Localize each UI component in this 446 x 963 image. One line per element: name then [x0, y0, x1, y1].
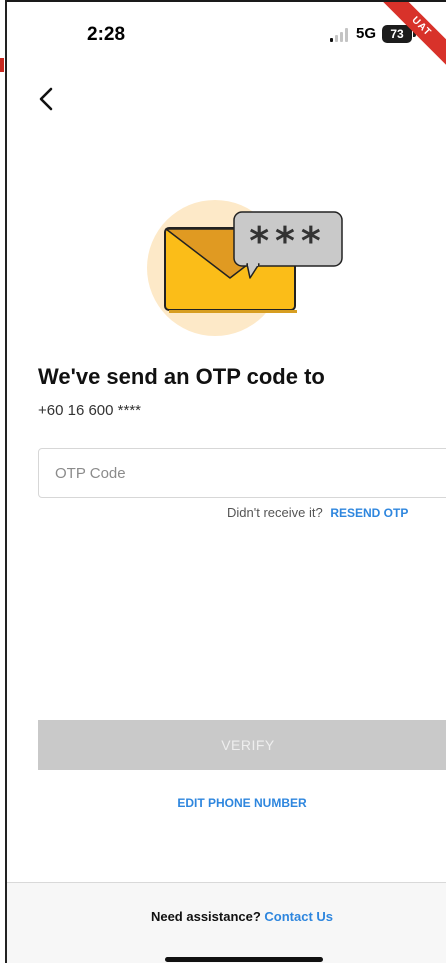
- phone-number: +60 16 600 ****: [38, 402, 142, 419]
- left-bezel: [0, 0, 7, 963]
- chevron-left-icon: [39, 87, 53, 111]
- phone-screen: 2:28 5G 73 UAT *** We've send an OTP cod…: [7, 2, 446, 963]
- resend-row: Didn't receive it? RESEND OTP: [227, 505, 408, 520]
- resend-prompt: Didn't receive it?: [227, 505, 327, 520]
- bubble-text: ***: [249, 219, 327, 263]
- network-label: 5G: [356, 25, 377, 42]
- status-time: 2:28: [87, 24, 126, 45]
- contact-us-link[interactable]: Contact Us: [264, 909, 333, 924]
- page-title: We've send an OTP code to: [38, 364, 325, 389]
- status-bar: 2:28 5G 73 UAT: [7, 2, 446, 80]
- home-indicator[interactable]: [165, 957, 323, 962]
- edit-phone-number-link[interactable]: EDIT PHONE NUMBER: [7, 796, 446, 810]
- assist-text: Need assistance?: [150, 909, 265, 924]
- envelope-password-icon: ***: [147, 200, 343, 336]
- assist-row: Need assistance? Contact Us: [7, 909, 446, 924]
- signal-icon: [330, 28, 348, 42]
- back-button[interactable]: [33, 84, 61, 114]
- otp-field[interactable]: [38, 448, 446, 498]
- battery-icon: 73: [382, 25, 412, 43]
- device-frame: 2:28 5G 73 UAT *** We've send an OTP cod…: [0, 0, 446, 963]
- otp-input[interactable]: [39, 449, 446, 497]
- resend-otp-link[interactable]: RESEND OTP: [330, 506, 408, 520]
- verify-button[interactable]: VERIFY: [38, 720, 446, 770]
- bezel-marker: [0, 58, 4, 72]
- footer: Need assistance? Contact Us: [7, 882, 446, 963]
